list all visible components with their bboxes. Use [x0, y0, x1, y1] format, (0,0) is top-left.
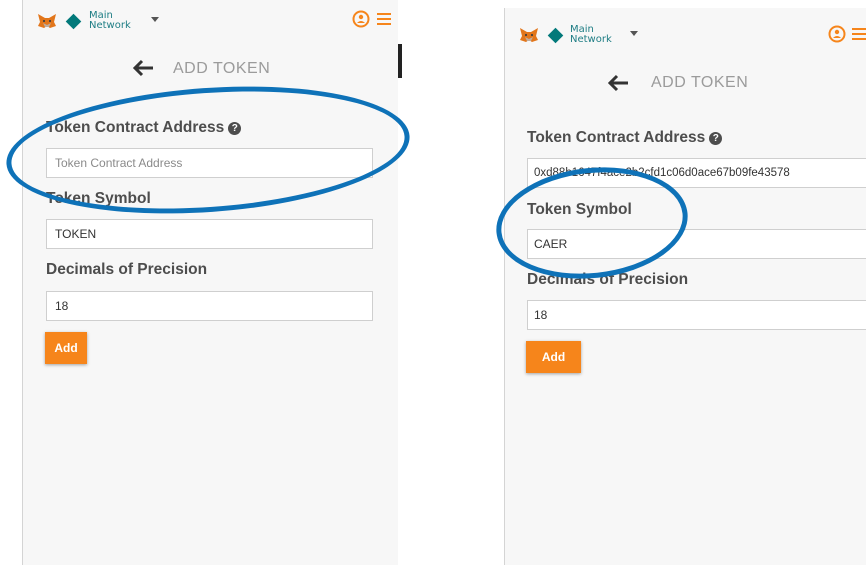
network-diamond-icon — [547, 27, 564, 44]
network-line2: Network — [89, 20, 131, 31]
back-arrow-icon[interactable] — [608, 74, 630, 92]
contract-address-label: Token Contract Address? — [527, 129, 723, 147]
page-title: ADD TOKEN — [173, 60, 271, 77]
metamask-fox-icon[interactable] — [519, 27, 539, 43]
token-symbol-input[interactable]: TOKEN — [46, 219, 373, 249]
contract-address-label-text: Token Contract Address — [527, 129, 706, 146]
chevron-down-icon[interactable] — [630, 31, 638, 36]
right-popup-panel: Main Network ADD TOKEN Token Contract Ad… — [504, 8, 866, 565]
add-button[interactable]: Add — [526, 341, 581, 373]
decimals-input[interactable]: 18 — [527, 300, 866, 330]
left-popup-panel: Main Network ADD TOKEN Token Contract Ad… — [22, 0, 398, 565]
background-edge — [398, 44, 402, 78]
back-arrow-icon[interactable] — [133, 59, 155, 77]
page-header: ADD TOKEN — [23, 55, 398, 85]
page-header: ADD TOKEN — [505, 71, 866, 101]
network-diamond-icon — [65, 13, 82, 30]
network-line2: Network — [570, 34, 612, 45]
decimals-input[interactable]: 18 — [46, 291, 373, 321]
hamburger-menu-icon[interactable] — [377, 13, 391, 25]
add-button[interactable]: Add — [45, 332, 87, 364]
account-icon[interactable] — [827, 25, 849, 43]
decimals-label: Decimals of Precision — [46, 261, 208, 278]
account-icon[interactable] — [351, 10, 373, 28]
top-bar: Main Network — [505, 8, 866, 52]
hamburger-menu-icon[interactable] — [852, 28, 866, 40]
chevron-down-icon[interactable] — [151, 17, 159, 22]
page-title: ADD TOKEN — [651, 74, 749, 91]
help-circle-icon[interactable]: ? — [709, 132, 723, 145]
metamask-fox-icon[interactable] — [37, 13, 57, 29]
top-bar: Main Network — [23, 0, 398, 44]
